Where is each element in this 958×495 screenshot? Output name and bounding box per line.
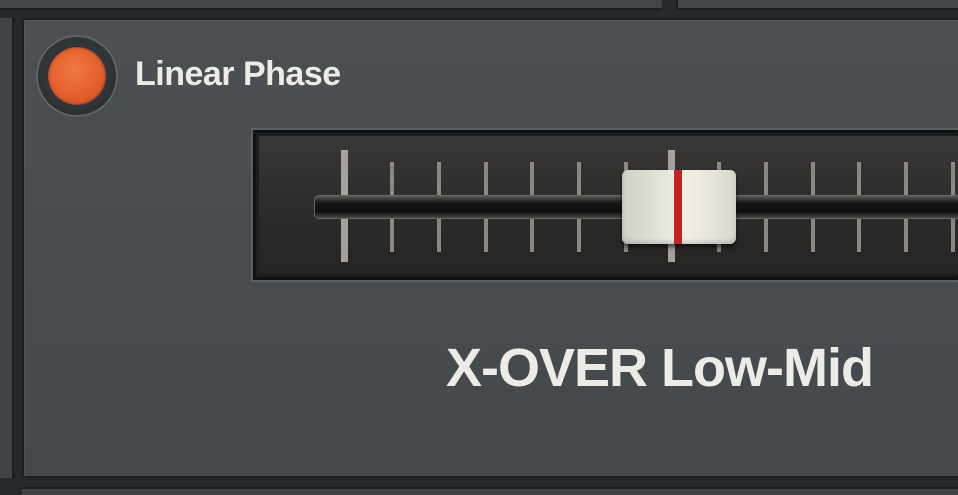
fader-knob-indicator [674, 170, 682, 244]
bottom-panel [22, 487, 958, 495]
linear-phase-label: Linear Phase [135, 55, 341, 93]
linear-phase-toggle[interactable] [38, 37, 116, 115]
fader-window [259, 136, 958, 274]
fader-knob[interactable] [622, 170, 736, 244]
top-right-panel [676, 0, 958, 10]
plugin-ui: Linear Phase X-OVER Low-Mid [0, 0, 958, 495]
top-left-panel [0, 0, 662, 10]
led-indicator-icon [48, 47, 106, 105]
fader-housing [251, 128, 958, 282]
xover-low-mid-label: X-OVER Low-Mid [446, 338, 874, 398]
left-panel [0, 18, 14, 478]
